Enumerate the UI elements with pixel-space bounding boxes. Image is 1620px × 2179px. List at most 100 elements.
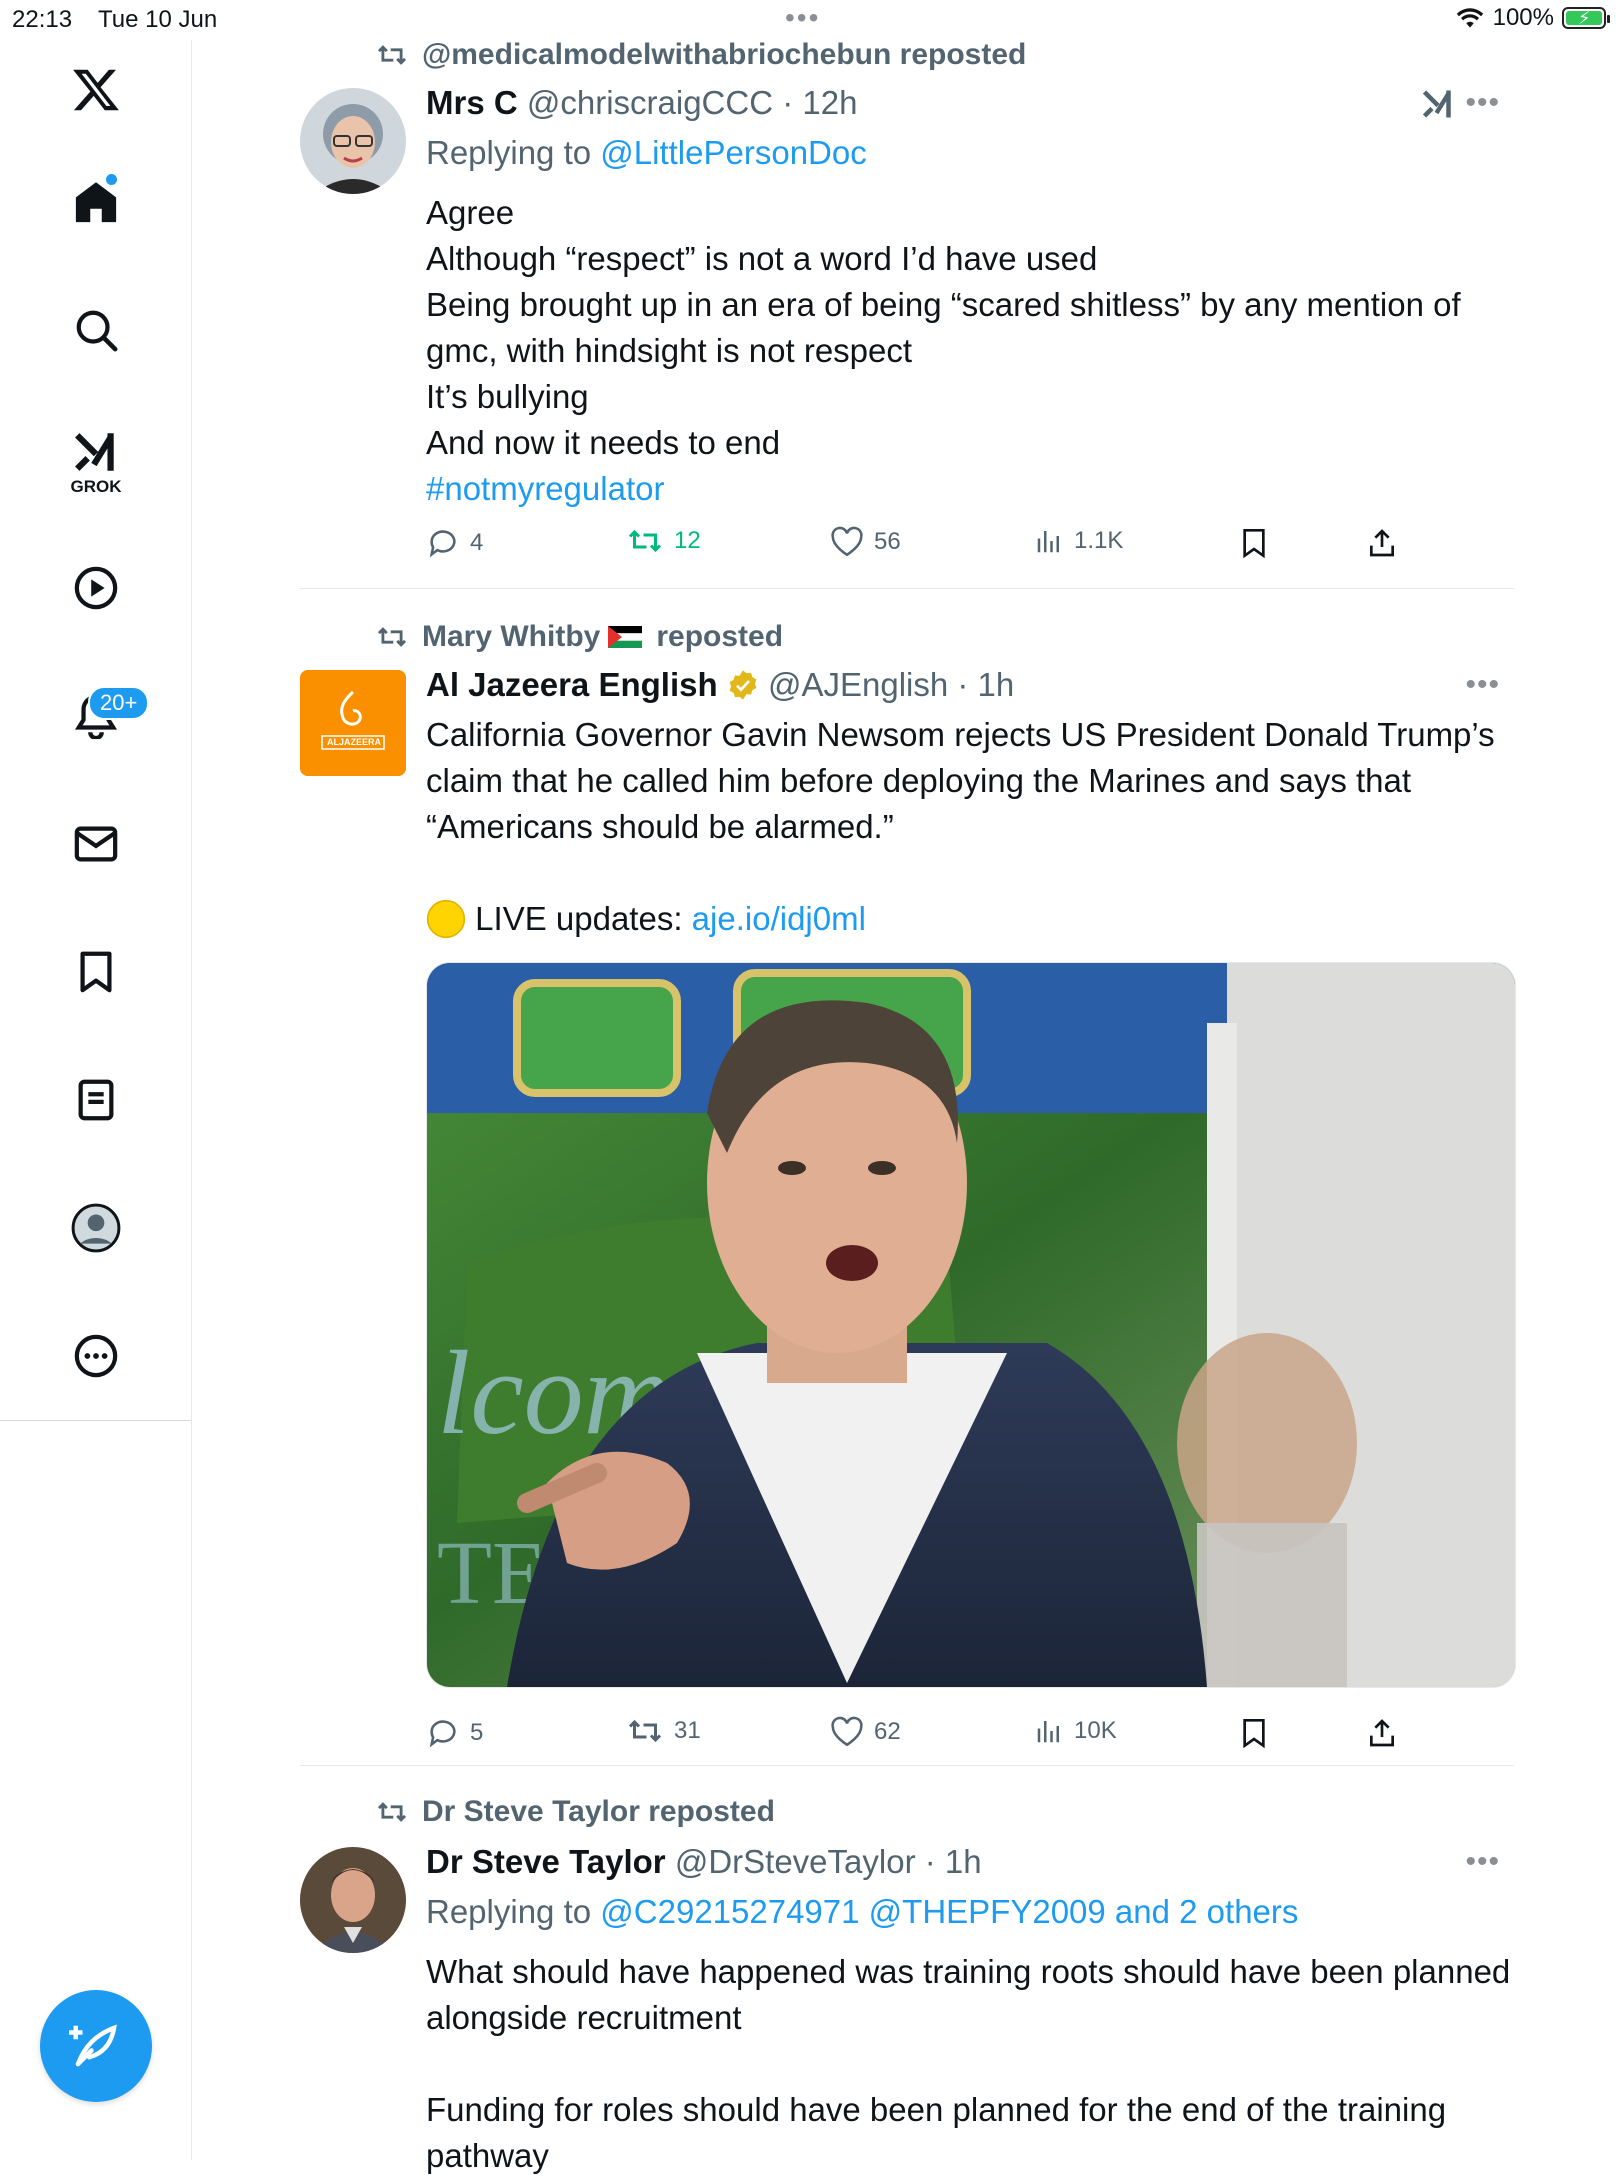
reply-button[interactable]: 5 [426, 1716, 483, 1750]
reply-count: 4 [470, 529, 484, 556]
views-count: 10K [1074, 1717, 1117, 1744]
post-divider [300, 588, 1514, 589]
avatar[interactable]: ALJAZEERA [300, 670, 406, 776]
post-paragraph: Funding for roles should have been plann… [426, 2091, 1447, 2174]
post-more-icon[interactable]: ••• [1465, 86, 1500, 120]
repost-indicator: Mary Whitby reposted [376, 620, 783, 654]
views-button[interactable]: 10K [1034, 1716, 1117, 1746]
replying-prefix: Replying to [426, 134, 592, 171]
heart-icon [831, 1716, 863, 1747]
like-button[interactable]: 56 [830, 526, 901, 558]
heart-icon [831, 526, 863, 557]
repost-icon [628, 1719, 662, 1743]
live-link[interactable]: aje.io/idj0ml [692, 900, 866, 937]
bookmark-icon [1243, 1719, 1265, 1749]
messages-envelope-icon[interactable] [56, 804, 136, 884]
replying-to-link[interactable]: @LittlePersonDoc [600, 134, 866, 171]
battery-icon: ⚡ [1562, 7, 1610, 29]
multitask-dots-icon[interactable]: ••• [785, 2, 820, 34]
post-more-icon[interactable]: ••• [1465, 1845, 1500, 1879]
repost-icon [377, 627, 407, 647]
bookmark-icon [1243, 529, 1265, 559]
grok-post-icon[interactable] [1420, 86, 1456, 127]
post-paragraph: What should have happened was training r… [426, 1953, 1511, 2036]
repost-icon [377, 45, 407, 65]
repost-by[interactable]: @medicalmodelwithabriochebun reposted [422, 38, 1026, 72]
post-divider [300, 1765, 1514, 1766]
repost-button[interactable]: 31 [626, 1716, 701, 1746]
replying-to: Replying to @C29215274971 @THEPFY2009 an… [426, 1893, 1298, 1931]
post-line: Being brought up in an era of being “sca… [426, 286, 1461, 369]
sidebar-divider [0, 1420, 191, 1421]
avatar-logo-text: ALJAZEERA [326, 737, 381, 747]
repost-count: 12 [674, 527, 701, 554]
repost-button[interactable]: 12 [626, 526, 701, 556]
compose-feather-icon [69, 2024, 117, 2067]
verified-badge-icon [729, 670, 757, 700]
display-name[interactable]: Mrs C [426, 84, 518, 121]
home-unread-dot [106, 174, 117, 185]
handle[interactable]: @DrSteveTaylor [675, 1843, 916, 1880]
post-line: Agree [426, 194, 515, 231]
post-more-icon[interactable]: ••• [1465, 668, 1500, 702]
reply-button[interactable]: 4 [426, 526, 483, 560]
bookmark-button[interactable] [1238, 1716, 1270, 1750]
reply-icon [429, 530, 456, 558]
handle[interactable]: @AJEnglish [768, 666, 948, 703]
battery-percent: 100% [1492, 4, 1554, 31]
bookmarks-icon[interactable] [56, 932, 136, 1012]
repost-indicator: Dr Steve Taylor reposted [376, 1795, 775, 1829]
compose-post-button[interactable] [40, 1990, 152, 2102]
home-icon[interactable] [56, 162, 136, 242]
repost-by[interactable]: Dr Steve Taylor reposted [422, 1795, 775, 1829]
views-button[interactable]: 1.1K [1034, 526, 1123, 556]
x-logo-icon[interactable] [56, 50, 136, 130]
status-date: Tue 10 Jun [98, 6, 218, 33]
post-actions: 4 12 56 1.1K [426, 526, 1426, 570]
repost-by[interactable]: Mary Whitby [422, 620, 600, 654]
display-name[interactable]: Dr Steve Taylor [426, 1843, 666, 1880]
wifi-icon [1456, 8, 1483, 28]
share-button[interactable] [1366, 526, 1398, 560]
repost-indicator: @medicalmodelwithabriochebun reposted [376, 38, 1026, 72]
share-icon [1370, 529, 1394, 557]
avatar[interactable] [300, 1847, 406, 1953]
display-name[interactable]: Al Jazeera English [426, 666, 718, 703]
share-icon [1370, 1719, 1394, 1747]
bookmark-button[interactable] [1238, 526, 1270, 560]
replying-to-link[interactable]: @C29215274971 @THEPFY2009 and 2 others [600, 1893, 1298, 1930]
post-time[interactable]: · 1h [925, 1843, 982, 1880]
handle[interactable]: @chriscraigCCC [527, 84, 773, 121]
post-time[interactable]: · 1h [957, 666, 1014, 703]
palestine-flag-icon [608, 626, 643, 648]
grok-label: GROK [70, 477, 122, 496]
hashtag-link[interactable]: #notmyregulator [426, 466, 1512, 512]
more-options-icon[interactable] [56, 1316, 136, 1396]
share-button[interactable] [1366, 1716, 1398, 1750]
post-body: Agree Although “respect” is not a word I… [426, 190, 1512, 512]
views-count: 1.1K [1074, 527, 1124, 554]
avatar[interactable] [300, 88, 406, 194]
reply-count: 5 [470, 1719, 484, 1746]
lists-icon[interactable] [56, 1060, 136, 1140]
like-count: 62 [874, 1718, 901, 1745]
replying-prefix: Replying to [426, 1893, 592, 1930]
reply-icon [429, 1720, 456, 1748]
repost-suffix: reposted [656, 620, 784, 653]
post-text: California Governor Gavin Newsom rejects… [426, 716, 1495, 845]
post-image[interactable]: lcom TER [426, 962, 1516, 1688]
post-actions: 5 31 62 10K [426, 1716, 1426, 1760]
like-button[interactable]: 62 [830, 1716, 901, 1748]
profile-avatar-icon[interactable] [56, 1188, 136, 1268]
yellow-circle-icon [426, 899, 466, 939]
post-header: Al Jazeera English @AJEnglish · 1h [426, 666, 1014, 704]
status-right: 100% ⚡ [1455, 4, 1610, 32]
status-bar: 22:13 Tue 10 Jun ••• 100% ⚡ [0, 0, 1620, 40]
post-line: And now it needs to end [426, 424, 781, 461]
post-line: It’s bullying [426, 378, 589, 415]
notifications-badge: 20+ [88, 686, 150, 720]
video-icon[interactable] [56, 548, 136, 628]
post-time[interactable]: · 12h [782, 84, 857, 121]
search-icon[interactable] [56, 290, 136, 370]
repost-icon [377, 1802, 407, 1822]
